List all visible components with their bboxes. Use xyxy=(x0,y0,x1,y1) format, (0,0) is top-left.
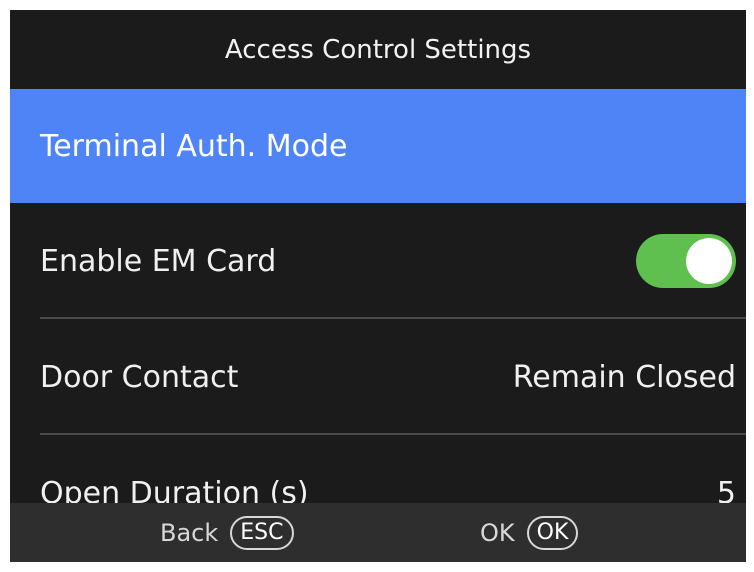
back-label: Back xyxy=(160,518,219,547)
footer-bar: Back ESC OK OK xyxy=(10,503,746,562)
enable-em-card-toggle[interactable] xyxy=(636,234,736,288)
menu-item-label: Door Contact xyxy=(40,359,239,395)
menu-item-label: Enable EM Card xyxy=(40,243,277,279)
menu-item-door-contact[interactable]: Door Contact Remain Closed xyxy=(10,319,746,435)
settings-list[interactable]: Terminal Auth. Mode Enable EM Card Door … xyxy=(10,89,746,503)
menu-item-label: Terminal Auth. Mode xyxy=(40,128,348,164)
page-title-text: Access Control Settings xyxy=(224,34,532,65)
ok-button[interactable]: OK OK xyxy=(480,515,579,550)
toggle-knob xyxy=(686,238,732,284)
ok-key-icon: OK xyxy=(526,515,579,550)
door-contact-value: Remain Closed xyxy=(512,359,736,395)
menu-item-enable-em-card[interactable]: Enable EM Card xyxy=(10,203,746,319)
device-screen: Access Control Settings Terminal Auth. M… xyxy=(10,10,746,562)
open-duration-value: 5 xyxy=(716,475,736,504)
menu-item-label: Open Duration (s) xyxy=(40,475,309,504)
back-button[interactable]: Back ESC xyxy=(160,515,294,550)
esc-key-icon: ESC xyxy=(230,515,294,550)
page-title: Access Control Settings xyxy=(10,10,746,89)
ok-label: OK xyxy=(480,518,515,547)
menu-item-terminal-auth-mode[interactable]: Terminal Auth. Mode xyxy=(10,89,746,203)
menu-item-open-duration[interactable]: Open Duration (s) 5 xyxy=(10,435,746,504)
